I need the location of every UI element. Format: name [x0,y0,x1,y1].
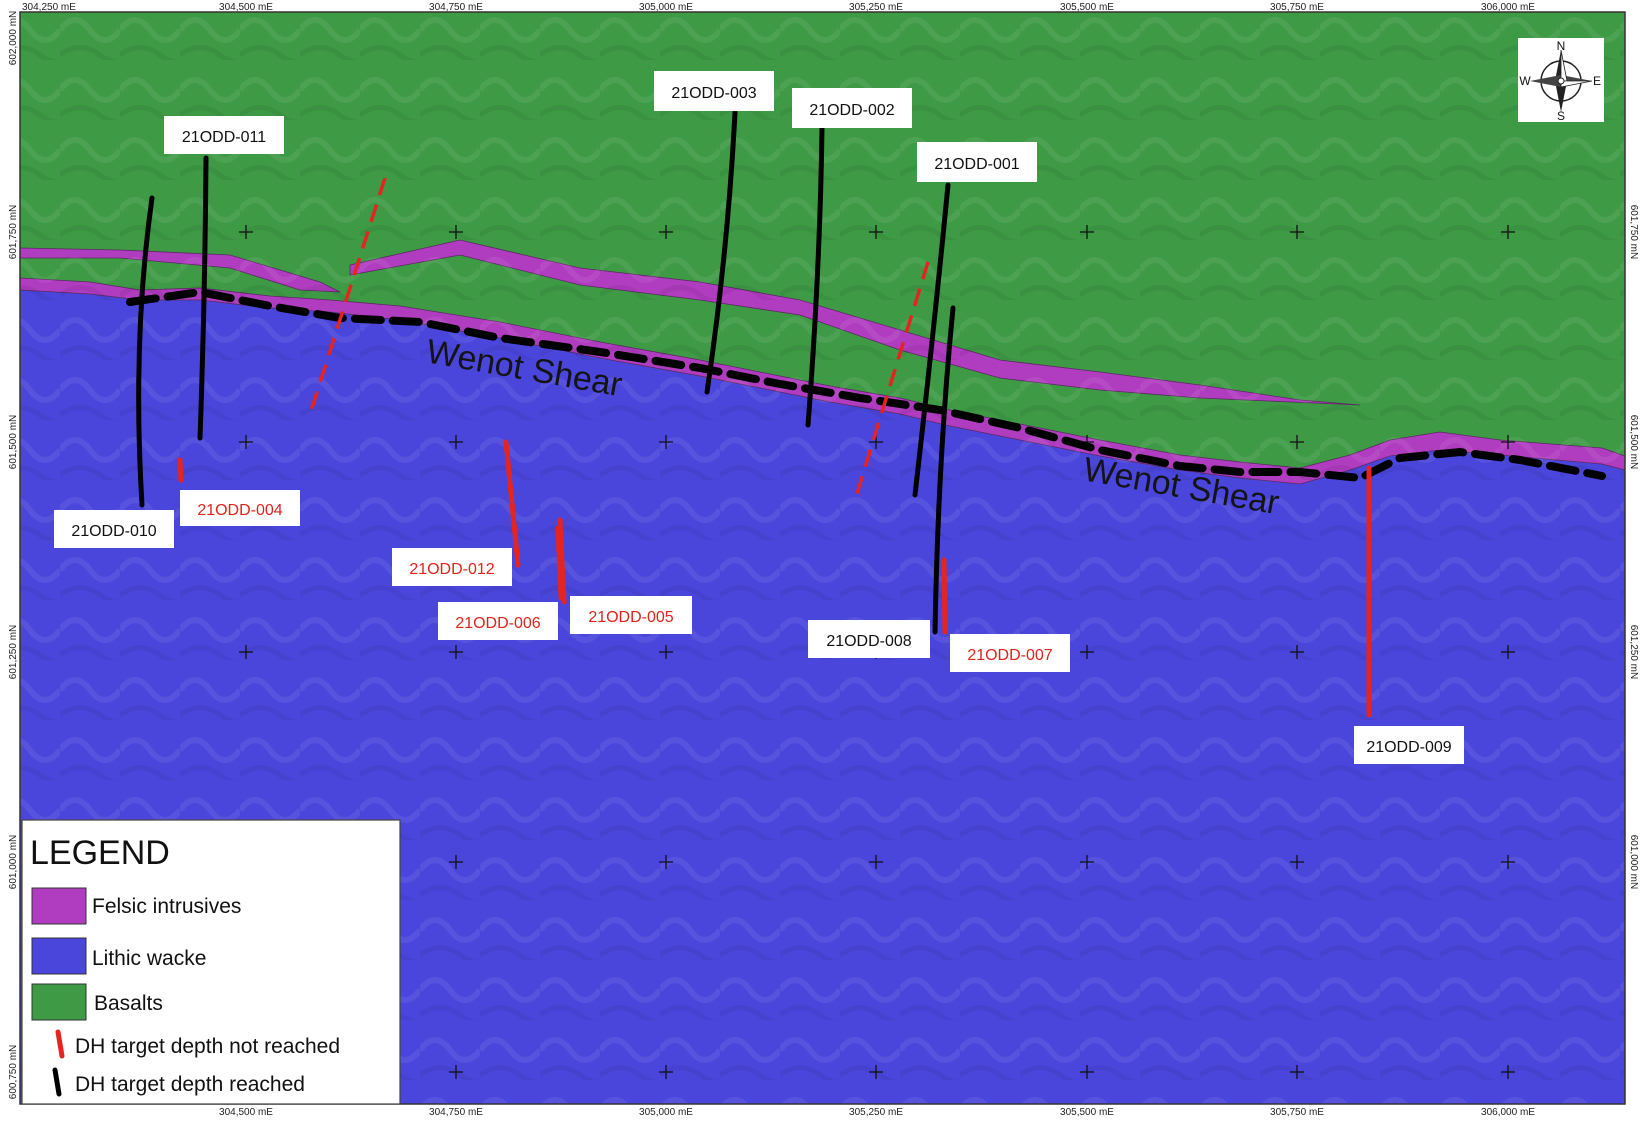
legend-title: LEGEND [30,834,170,872]
northing-label: 600,750 mN [8,1045,19,1099]
easting-label: 305,250 mE [849,2,903,13]
easting-label: 304,500 mE [219,1107,273,1118]
easting-label: 305,500 mE [1060,1107,1114,1118]
svg-text:21ODD-008: 21ODD-008 [826,633,911,650]
legend-label-basalts: Basalts [94,992,163,1015]
svg-text:21ODD-012: 21ODD-012 [409,561,494,578]
drillhole-label-21ODD-010: 21ODD-010 [54,510,174,548]
northing-labels-left: 602,000 mN 601,750 mN 601,500 mN 601,250… [8,11,19,1099]
legend-label-not-reached: DH target depth not reached [75,1035,340,1058]
northing-label: 601,250 mN [8,625,19,679]
easting-label: 305,500 mE [1060,2,1114,13]
northing-label: 601,000 mN [1628,835,1639,889]
easting-label: 306,000 mE [1481,1107,1535,1118]
svg-text:21ODD-006: 21ODD-006 [455,615,540,632]
drillhole-label-21ODD-004: 21ODD-004 [180,490,300,526]
easting-labels-bottom: 304,500 mE 304,750 mE 305,000 mE 305,250… [219,1107,1535,1118]
easting-label: 304,750 mE [429,1107,483,1118]
svg-text:21ODD-001: 21ODD-001 [934,156,1019,173]
northing-label: 602,000 mN [8,11,19,65]
compass-south: S [1557,109,1565,123]
drillhole-label-21ODD-007: 21ODD-007 [950,634,1070,672]
easting-label: 305,750 mE [1270,2,1324,13]
drillhole-trace-21ODD-004 [177,457,184,483]
northing-label: 601,750 mN [1628,205,1639,259]
easting-label: 305,750 mE [1270,1107,1324,1118]
compass-north: N [1557,39,1566,53]
legend-label-wacke: Lithic wacke [92,947,206,970]
legend-swatch-felsic [31,887,87,925]
northing-label: 601,000 mN [8,835,19,889]
compass-west: W [1519,74,1531,88]
svg-text:21ODD-009: 21ODD-009 [1366,739,1451,756]
drillhole-label-21ODD-002: 21ODD-002 [792,88,912,128]
svg-text:21ODD-004: 21ODD-004 [197,502,282,519]
drillhole-label-21ODD-006: 21ODD-006 [438,602,558,640]
svg-text:21ODD-005: 21ODD-005 [588,609,673,626]
legend: LEGEND Felsic intrusives Lithic wacke Ba… [21,819,401,1105]
svg-text:21ODD-002: 21ODD-002 [809,102,894,119]
drillhole-label-21ODD-009: 21ODD-009 [1354,726,1464,764]
drillhole-trace-21ODD-007 [941,557,948,635]
drillhole-label-21ODD-003: 21ODD-003 [654,71,774,111]
easting-label: 306,000 mE [1481,2,1535,13]
svg-text:21ODD-011: 21ODD-011 [182,129,266,146]
north-arrow: N S E W [1518,38,1604,123]
legend-swatch-wacke [31,937,87,975]
easting-label: 304,750 mE [429,2,483,13]
northing-label: 601,750 mN [8,205,19,259]
legend-swatch-basalts [31,983,87,1021]
northing-label: 601,500 mN [8,415,19,469]
svg-text:21ODD-007: 21ODD-007 [967,647,1052,664]
geology-map: Wenot Shear Wenot Shear 21ODD-001 21ODD-… [8,2,1639,1118]
legend-label-felsic: Felsic intrusives [92,895,241,918]
northing-labels-right: 601,750 mN 601,500 mN 601,250 mN 601,000… [1628,205,1639,889]
legend-label-reached: DH target depth reached [75,1073,305,1096]
northing-label: 601,500 mN [1628,415,1639,469]
drillhole-label-21ODD-011: 21ODD-011 [164,116,284,154]
drillhole-label-21ODD-001: 21ODD-001 [917,142,1037,182]
drillhole-label-21ODD-005: 21ODD-005 [570,596,692,634]
northing-label: 601,250 mN [1628,625,1639,679]
svg-text:21ODD-010: 21ODD-010 [71,523,156,540]
easting-label: 305,000 mE [639,1107,693,1118]
svg-text:21ODD-003: 21ODD-003 [671,85,756,102]
drillhole-label-21ODD-008: 21ODD-008 [808,620,930,658]
easting-label: 305,000 mE [639,2,693,13]
easting-label: 304,250 mE [22,2,76,13]
drillhole-trace-21ODD-006 [555,525,564,601]
drillhole-label-21ODD-012: 21ODD-012 [392,548,512,586]
easting-label: 304,500 mE [219,2,273,13]
compass-east: E [1593,74,1601,88]
easting-label: 305,250 mE [849,1107,903,1118]
